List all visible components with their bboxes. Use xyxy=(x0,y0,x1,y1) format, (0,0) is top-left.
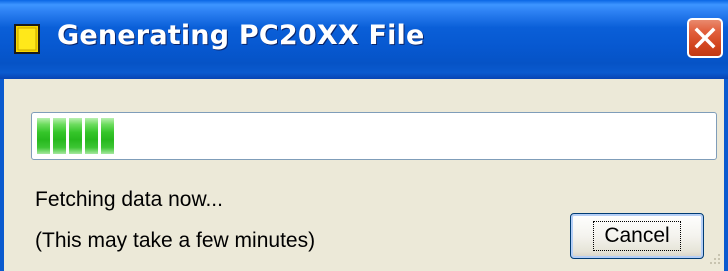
resize-grip-icon[interactable] xyxy=(706,250,722,266)
progress-chunk xyxy=(37,118,50,154)
close-button[interactable] xyxy=(687,18,723,58)
wait-note: (This may take a few minutes) xyxy=(35,229,316,252)
progress-chunk xyxy=(69,118,82,154)
status-message: Fetching data now... xyxy=(35,188,223,211)
cancel-button[interactable]: Cancel xyxy=(570,213,704,259)
progress-chunk xyxy=(85,118,98,154)
progress-chunk xyxy=(101,118,114,154)
progress-bar xyxy=(31,112,717,160)
window-title: Generating PC20XX File xyxy=(57,20,425,51)
window-border-left xyxy=(0,79,4,271)
progress-chunk xyxy=(53,118,66,154)
dialog-window: Generating PC20XX File Fetching data now… xyxy=(0,0,728,271)
cancel-button-label: Cancel xyxy=(593,221,681,251)
yellow-document-icon xyxy=(14,24,40,54)
title-bar[interactable]: Generating PC20XX File xyxy=(0,0,728,79)
window-border-right xyxy=(724,79,728,271)
